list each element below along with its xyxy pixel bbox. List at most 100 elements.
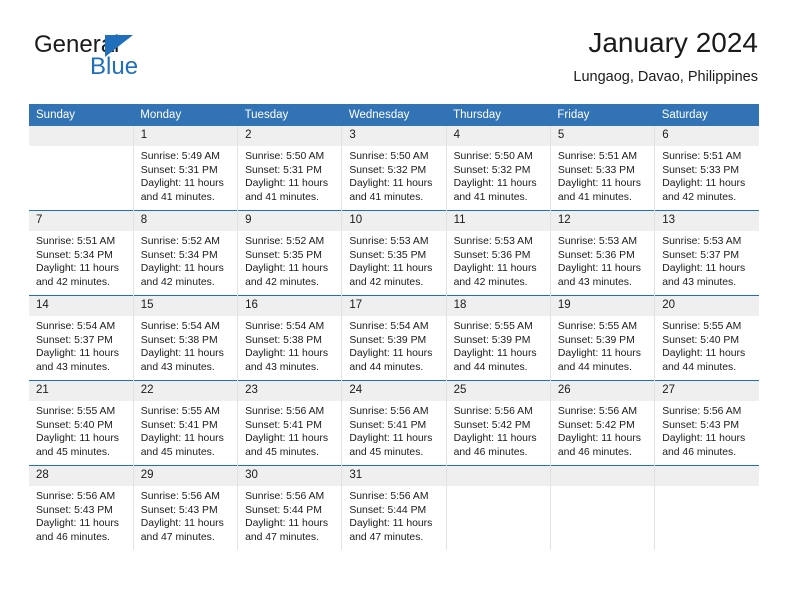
daylight-text: Daylight: 11 hours and 43 minutes.: [36, 348, 119, 373]
sunset-text: Sunset: 5:43 PM: [662, 419, 740, 431]
day-sun-info: Sunrise: 5:49 AM Sunset: 5:31 PM Daylight:…: [134, 146, 237, 204]
calendar-day-cell-empty: [550, 465, 656, 550]
day-number: 28: [29, 466, 133, 486]
day-sun-info: Sunrise: 5:52 AM Sunset: 5:34 PM Daylight:…: [134, 231, 237, 289]
day-sun-info: Sunrise: 5:50 AM Sunset: 5:31 PM Daylight:…: [238, 146, 341, 204]
weekday-header-monday: Monday: [133, 104, 238, 126]
sunrise-text: Sunrise: 5:55 AM: [557, 321, 638, 332]
calendar-day-cell[interactable]: 8 Sunrise: 5:52 AM Sunset: 5:34 PM Daylight…: [133, 210, 239, 296]
sunrise-text: Sunrise: 5:50 AM: [453, 151, 533, 162]
day-number: 21: [29, 381, 133, 401]
calendar-day-cell[interactable]: 12 Sunrise: 5:53 AM Sunset: 5:36 PM Dayligh…: [550, 210, 656, 296]
sunset-text: Sunset: 5:32 PM: [349, 164, 427, 176]
sunset-text: Sunset: 5:34 PM: [140, 249, 218, 261]
calendar-day-cell[interactable]: 26 Sunrise: 5:56 AM Sunset: 5:42 PM Dayligh…: [550, 380, 656, 466]
day-sun-info: Sunrise: 5:54 AM Sunset: 5:38 PM Daylight:…: [134, 316, 237, 374]
calendar-day-cell[interactable]: 22 Sunrise: 5:55 AM Sunset: 5:41 PM Dayligh…: [133, 380, 239, 466]
calendar-day-cell[interactable]: 4 Sunrise: 5:50 AM Sunset: 5:32 PM Daylight…: [446, 126, 551, 211]
day-number: 30: [238, 466, 342, 486]
calendar-day-cell[interactable]: 16 Sunrise: 5:54 AM Sunset: 5:38 PM Dayligh…: [237, 295, 343, 381]
sunrise-text: Sunrise: 5:53 AM: [453, 236, 533, 247]
calendar-day-cell[interactable]: 17 Sunrise: 5:54 AM Sunset: 5:39 PM Dayligh…: [341, 295, 447, 381]
calendar-day-cell[interactable]: 28 Sunrise: 5:56 AM Sunset: 5:43 PM Dayligh…: [29, 465, 134, 550]
calendar-day-cell[interactable]: 5 Sunrise: 5:51 AM Sunset: 5:33 PM Daylight…: [550, 126, 656, 211]
sunset-text: Sunset: 5:36 PM: [557, 249, 635, 261]
day-number: 2: [238, 126, 342, 146]
day-number: [550, 466, 655, 486]
sunset-text: Sunset: 5:38 PM: [140, 334, 218, 346]
calendar-day-cell[interactable]: 29 Sunrise: 5:56 AM Sunset: 5:43 PM Dayligh…: [133, 465, 239, 550]
calendar-day-cell[interactable]: 2 Sunrise: 5:50 AM Sunset: 5:31 PM Daylight…: [237, 126, 343, 211]
sunrise-text: Sunrise: 5:56 AM: [36, 491, 116, 502]
calendar-day-cell[interactable]: 20 Sunrise: 5:55 AM Sunset: 5:40 PM Dayligh…: [654, 295, 759, 381]
day-number: 27: [655, 381, 759, 401]
calendar-day-cell[interactable]: 9 Sunrise: 5:52 AM Sunset: 5:35 PM Daylight…: [237, 210, 343, 296]
daylight-text: Daylight: 11 hours and 47 minutes.: [349, 518, 433, 543]
sunset-text: Sunset: 5:43 PM: [36, 504, 113, 516]
sunset-text: Sunset: 5:33 PM: [662, 164, 740, 176]
calendar-page: General Blue January 2024 Lungaog, Davao…: [0, 0, 792, 612]
daylight-text: Daylight: 11 hours and 41 minutes.: [245, 178, 329, 203]
sunrise-text: Sunrise: 5:54 AM: [36, 321, 116, 332]
calendar-day-cell[interactable]: 3 Sunrise: 5:50 AM Sunset: 5:32 PM Daylight…: [341, 126, 447, 211]
day-sun-info: Sunrise: 5:56 AM Sunset: 5:42 PM Daylight:…: [447, 401, 550, 459]
calendar-day-cell[interactable]: 1 Sunrise: 5:49 AM Sunset: 5:31 PM Daylight…: [133, 126, 239, 211]
calendar-day-cell[interactable]: 31 Sunrise: 5:56 AM Sunset: 5:44 PM Dayligh…: [341, 465, 447, 550]
daylight-text: Daylight: 11 hours and 42 minutes.: [36, 263, 119, 288]
calendar-day-cell[interactable]: 21 Sunrise: 5:55 AM Sunset: 5:40 PM Dayligh…: [29, 380, 134, 466]
calendar-day-cell[interactable]: 30 Sunrise: 5:56 AM Sunset: 5:44 PM Dayligh…: [237, 465, 343, 550]
sunrise-text: Sunrise: 5:56 AM: [349, 491, 429, 502]
day-number: 19: [550, 296, 655, 316]
calendar-day-cell[interactable]: 19 Sunrise: 5:55 AM Sunset: 5:39 PM Dayligh…: [550, 295, 656, 381]
day-number: 8: [133, 211, 238, 231]
day-number: 3: [342, 126, 446, 146]
brand-logo[interactable]: General Blue: [34, 32, 254, 94]
sunset-text: Sunset: 5:41 PM: [349, 419, 427, 431]
calendar-day-cell[interactable]: 23 Sunrise: 5:56 AM Sunset: 5:41 PM Dayligh…: [237, 380, 343, 466]
day-sun-info: Sunrise: 5:50 AM Sunset: 5:32 PM Daylight:…: [342, 146, 445, 204]
calendar-table: Sunday Monday Tuesday Wednesday Thursday…: [29, 104, 759, 550]
calendar-day-cell[interactable]: 25 Sunrise: 5:56 AM Sunset: 5:42 PM Dayligh…: [446, 380, 551, 466]
title-block: January 2024 Lungaog, Davao, Philippines: [573, 26, 758, 86]
daylight-text: Daylight: 11 hours and 46 minutes.: [662, 433, 746, 458]
day-number: 14: [29, 296, 133, 316]
sunrise-text: Sunrise: 5:51 AM: [662, 151, 742, 162]
sunset-text: Sunset: 5:41 PM: [245, 419, 322, 431]
day-sun-info: Sunrise: 5:56 AM Sunset: 5:41 PM Daylight:…: [342, 401, 445, 459]
calendar-day-cell-empty: [446, 465, 551, 550]
calendar-day-cell[interactable]: 14 Sunrise: 5:54 AM Sunset: 5:37 PM Dayligh…: [29, 295, 134, 381]
day-sun-info: Sunrise: 5:53 AM Sunset: 5:36 PM Daylight:…: [447, 231, 550, 289]
day-sun-info: Sunrise: 5:56 AM Sunset: 5:44 PM Daylight:…: [342, 486, 445, 544]
daylight-text: Daylight: 11 hours and 41 minutes.: [557, 178, 641, 203]
day-number: 29: [133, 466, 238, 486]
calendar-day-cell[interactable]: 10 Sunrise: 5:53 AM Sunset: 5:35 PM Dayligh…: [341, 210, 447, 296]
day-number: 20: [655, 296, 759, 316]
daylight-text: Daylight: 11 hours and 42 minutes.: [140, 263, 224, 288]
day-number: 17: [342, 296, 446, 316]
calendar-week-row: 14 Sunrise: 5:54 AM Sunset: 5:37 PM Dayligh…: [29, 295, 759, 381]
calendar-day-cell[interactable]: 7 Sunrise: 5:51 AM Sunset: 5:34 PM Daylight…: [29, 210, 134, 296]
calendar-day-cell[interactable]: 15 Sunrise: 5:54 AM Sunset: 5:38 PM Dayligh…: [133, 295, 239, 381]
day-number: 24: [342, 381, 446, 401]
day-number: [655, 466, 759, 486]
sunset-text: Sunset: 5:41 PM: [140, 419, 218, 431]
calendar-day-cell[interactable]: 27 Sunrise: 5:56 AM Sunset: 5:43 PM Dayligh…: [654, 380, 759, 466]
day-sun-info: Sunrise: 5:51 AM Sunset: 5:33 PM Daylight:…: [655, 146, 759, 204]
calendar-day-cell[interactable]: 6 Sunrise: 5:51 AM Sunset: 5:33 PM Daylight…: [655, 126, 759, 211]
calendar-day-cell[interactable]: 24 Sunrise: 5:56 AM Sunset: 5:41 PM Dayligh…: [341, 380, 447, 466]
sunrise-text: Sunrise: 5:51 AM: [36, 236, 116, 247]
calendar-day-cell[interactable]: 13 Sunrise: 5:53 AM Sunset: 5:37 PM Dayligh…: [654, 210, 759, 296]
day-number: 9: [238, 211, 342, 231]
sunset-text: Sunset: 5:33 PM: [557, 164, 635, 176]
calendar-day-cell[interactable]: 18 Sunrise: 5:55 AM Sunset: 5:39 PM Dayligh…: [446, 295, 551, 381]
day-number: 7: [29, 211, 133, 231]
day-sun-info: Sunrise: 5:56 AM Sunset: 5:43 PM Daylight:…: [134, 486, 237, 544]
sunset-text: Sunset: 5:35 PM: [245, 249, 322, 261]
calendar-day-cell[interactable]: 11 Sunrise: 5:53 AM Sunset: 5:36 PM Dayligh…: [446, 210, 551, 296]
sunrise-text: Sunrise: 5:56 AM: [245, 406, 325, 417]
day-number: 5: [550, 126, 655, 146]
day-number: 4: [446, 126, 550, 146]
day-sun-info: Sunrise: 5:56 AM Sunset: 5:41 PM Daylight:…: [238, 401, 341, 459]
calendar-week-row: 28 Sunrise: 5:56 AM Sunset: 5:43 PM Dayligh…: [29, 465, 759, 550]
sunset-text: Sunset: 5:34 PM: [36, 249, 113, 261]
